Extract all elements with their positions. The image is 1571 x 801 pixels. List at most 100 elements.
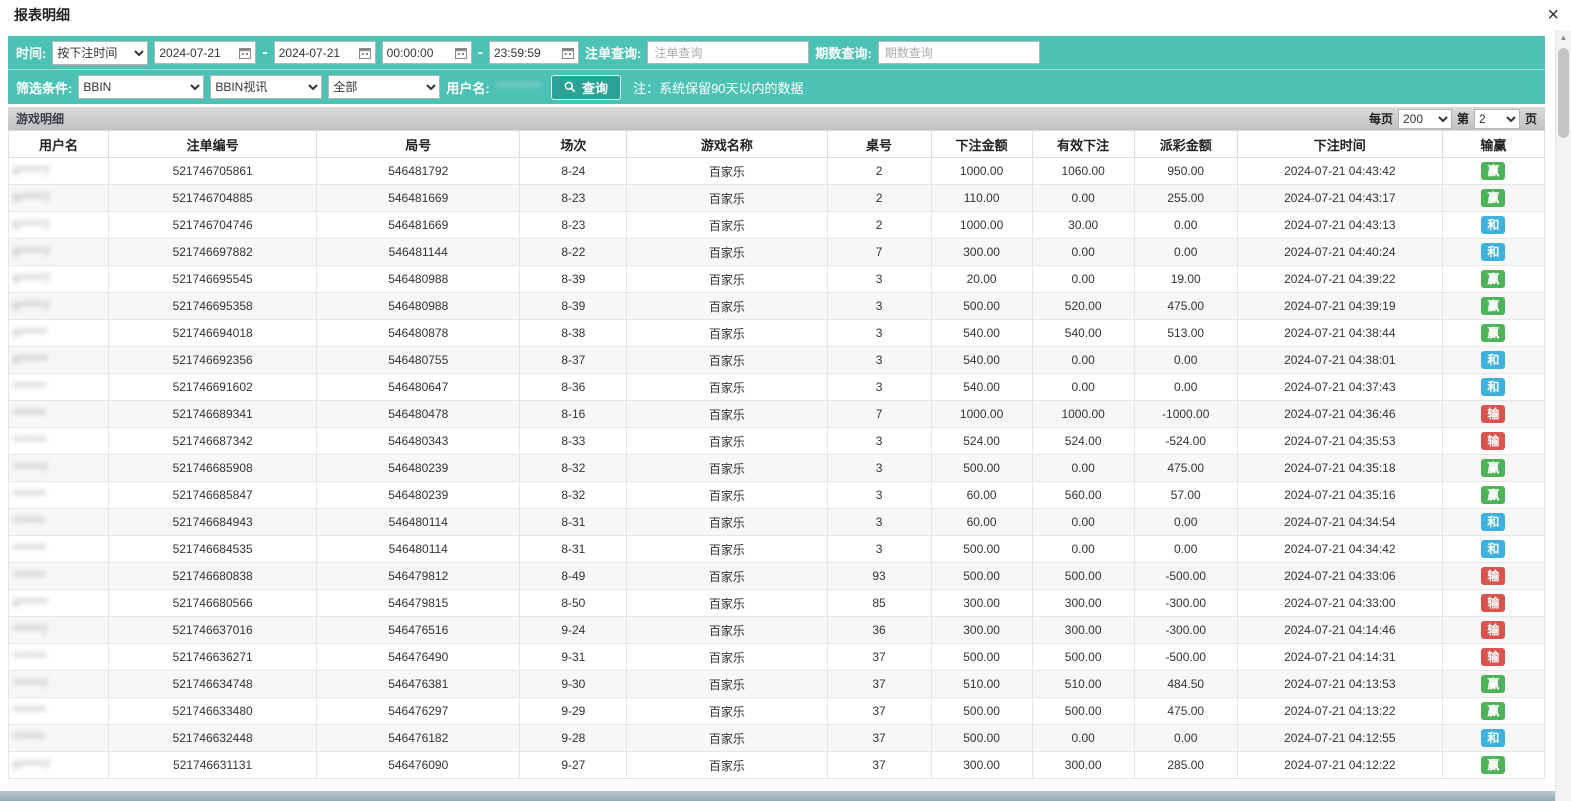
cell-bet-amount: 20.00 [931, 266, 1032, 293]
result-badge-win: 赢 [1481, 459, 1505, 477]
scrollbar-up-arrow[interactable]: ▲ [1556, 30, 1571, 46]
time-separator: - [478, 44, 483, 62]
platform-select[interactable]: BBIN [78, 75, 204, 99]
query-button-label: 查询 [582, 78, 608, 97]
scope-select[interactable]: 全部 [328, 75, 440, 99]
scrollbar-thumb[interactable] [1558, 48, 1569, 138]
clock-icon[interactable] [562, 47, 574, 59]
cell-table-no: 37 [827, 725, 931, 752]
page-select[interactable]: 2 [1474, 109, 1520, 129]
cell-bet-id: 521746705861 [109, 158, 317, 185]
username-blurred: ******* [13, 731, 46, 745]
cell-round-id: 546480988 [317, 266, 520, 293]
cell-game-name: 百家乐 [627, 158, 827, 185]
cell-result: 输 [1442, 428, 1544, 455]
filter-row-conditions: 筛选条件: BBIN BBIN视讯 全部 用户名: ******** 查询 注：… [8, 70, 1545, 104]
cell-game-name: 百家乐 [627, 212, 827, 239]
column-header: 下注时间 [1237, 131, 1442, 158]
close-icon[interactable]: × [1547, 5, 1559, 25]
cell-table-no: 3 [827, 374, 931, 401]
cell-bet-id: 521746680838 [109, 563, 317, 590]
username-blurred: h*****7 [13, 299, 50, 313]
cell-payout: 0.00 [1134, 212, 1237, 239]
bet-query-input[interactable] [647, 41, 809, 64]
cell-bet-amount: 540.00 [931, 374, 1032, 401]
cell-result: 和 [1442, 725, 1544, 752]
column-header: 下注金额 [931, 131, 1032, 158]
cell-bet-time: 2024-07-21 04:38:01 [1237, 347, 1442, 374]
result-badge-lose: 输 [1481, 405, 1505, 423]
result-badge-tie: 和 [1481, 216, 1505, 234]
column-header: 桌号 [827, 131, 931, 158]
cell-payout: -500.00 [1134, 563, 1237, 590]
table-row: *******5217466845355464801148-31百家乐3500.… [9, 536, 1545, 563]
cell-username: h*****7 [9, 752, 109, 779]
username-blurred: h*****7 [13, 218, 50, 232]
cell-session: 8-49 [520, 563, 627, 590]
cell-valid-bet: 510.00 [1032, 671, 1134, 698]
cell-bet-amount: 500.00 [931, 644, 1032, 671]
cell-session: 8-38 [520, 320, 627, 347]
cell-result: 赢 [1442, 482, 1544, 509]
username-blurred: ******* [13, 569, 46, 583]
list-header-bar: 游戏明细 每页 200 第 2 页 [8, 107, 1545, 130]
cell-game-name: 百家乐 [627, 698, 827, 725]
cell-round-id: 546481669 [317, 185, 520, 212]
cell-session: 9-24 [520, 617, 627, 644]
table-row: h*****75217466978825464811448-22百家乐7300.… [9, 239, 1545, 266]
date-from-input[interactable]: 2024-07-21 [154, 41, 256, 64]
vertical-scrollbar[interactable]: ▲ [1555, 30, 1571, 801]
cell-game-name: 百家乐 [627, 563, 827, 590]
clock-icon[interactable] [455, 47, 467, 59]
page-title: 报表明细 [14, 5, 70, 25]
cell-username: ******* [9, 644, 109, 671]
date-separator: - [262, 44, 267, 62]
cell-bet-id: 521746631131 [109, 752, 317, 779]
cell-bet-id: 521746695358 [109, 293, 317, 320]
filter-panel: 时间: 按下注时间 2024-07-21 - 2024-07-21 00:00:… [8, 36, 1545, 104]
cell-username: ******* [9, 509, 109, 536]
per-page-select[interactable]: 200 [1398, 109, 1452, 129]
cell-valid-bet: 0.00 [1032, 725, 1134, 752]
result-badge-tie: 和 [1481, 351, 1505, 369]
cell-round-id: 546480114 [317, 536, 520, 563]
cell-result: 赢 [1442, 671, 1544, 698]
cell-valid-bet: 0.00 [1032, 185, 1134, 212]
cell-payout: 255.00 [1134, 185, 1237, 212]
cell-bet-amount: 1000.00 [931, 158, 1032, 185]
period-query-input[interactable] [878, 41, 1040, 64]
cell-valid-bet: 300.00 [1032, 752, 1134, 779]
calendar-icon[interactable] [239, 47, 251, 59]
cell-bet-id: 521746636271 [109, 644, 317, 671]
calendar-icon[interactable] [359, 47, 371, 59]
time-type-select[interactable]: 按下注时间 [52, 41, 148, 65]
cell-game-name: 百家乐 [627, 374, 827, 401]
cell-game-name: 百家乐 [627, 239, 827, 266]
cell-table-no: 85 [827, 590, 931, 617]
cell-round-id: 546480647 [317, 374, 520, 401]
username-blurred: ******* [13, 650, 46, 664]
result-badge-win: 赢 [1481, 162, 1505, 180]
cell-payout: -300.00 [1134, 590, 1237, 617]
time-from-value: 00:00:00 [387, 46, 434, 60]
cell-table-no: 2 [827, 185, 931, 212]
cell-result: 和 [1442, 212, 1544, 239]
cell-table-no: 7 [827, 239, 931, 266]
result-badge-tie: 和 [1481, 729, 1505, 747]
cell-payout: 0.00 [1134, 374, 1237, 401]
time-to-input[interactable]: 23:59:59 [489, 41, 579, 64]
category-select[interactable]: BBIN视讯 [210, 75, 322, 99]
cell-session: 8-32 [520, 482, 627, 509]
query-button[interactable]: 查询 [551, 75, 621, 100]
cell-bet-amount: 1000.00 [931, 212, 1032, 239]
time-from-input[interactable]: 00:00:00 [382, 41, 472, 64]
retention-note: 注：系统保留90天以内的数据 [633, 78, 803, 97]
cell-round-id: 546480239 [317, 455, 520, 482]
date-to-input[interactable]: 2024-07-21 [274, 41, 376, 64]
result-badge-lose: 输 [1481, 594, 1505, 612]
cell-valid-bet: 0.00 [1032, 509, 1134, 536]
horizontal-scrollbar[interactable] [0, 791, 1555, 801]
result-badge-win: 赢 [1481, 189, 1505, 207]
cell-game-name: 百家乐 [627, 482, 827, 509]
page-label: 第 [1457, 110, 1469, 127]
